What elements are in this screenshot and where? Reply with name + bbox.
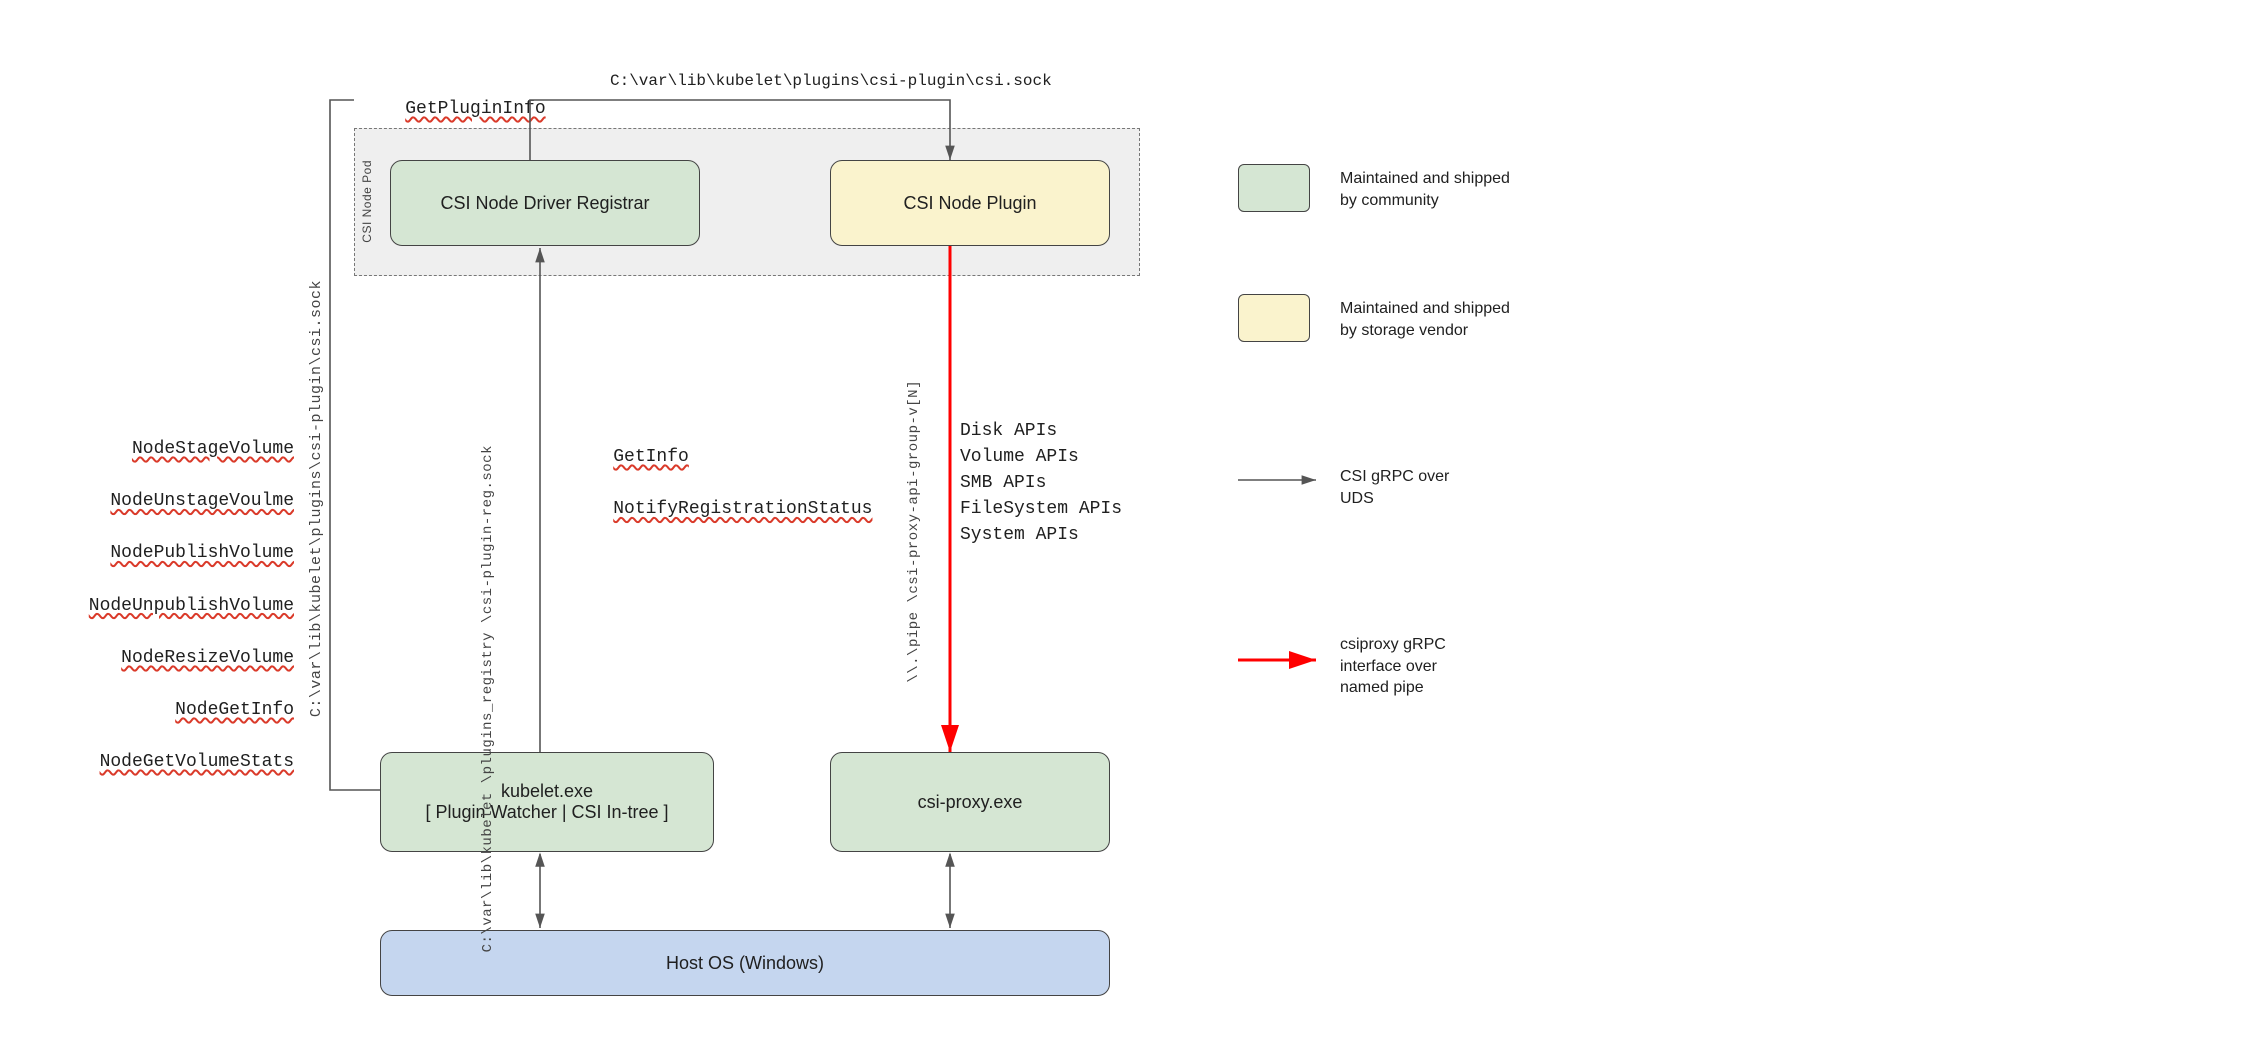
right-pipe: \\.\pipe \csi-proxy-api-group-v[N] xyxy=(906,380,923,683)
right-apis: Disk APIs Volume APIs SMB APIs FileSyste… xyxy=(960,418,1122,548)
top-getplugininfo: GetPluginInfo xyxy=(362,70,546,148)
csi-node-plugin-label: CSI Node Plugin xyxy=(903,193,1036,214)
mid-reg-sock: C:\var\lib\kubelet \plugins_registry \cs… xyxy=(480,445,497,952)
host-os-label: Host OS (Windows) xyxy=(666,953,824,974)
kubelet-line2: [ Plugin Watcher | CSI In-tree ] xyxy=(425,802,668,823)
legend-text-grpc-pipe: csiproxy gRPC interface over named pipe xyxy=(1340,634,1446,699)
csi-proxy-label: csi-proxy.exe xyxy=(918,792,1023,813)
mid-labels: GetInfo NotifyRegistrationStatus xyxy=(570,418,872,548)
top-sock-path: C:\var\lib\kubelet\plugins\csi-plugin\cs… xyxy=(610,70,1052,93)
node-calls: NodeStageVolume NodeUnstageVoulme NodePu… xyxy=(34,410,294,801)
csi-node-pod-label: CSI Node Pod xyxy=(360,160,374,243)
left-sock-path: C:\var\lib\kubelet\plugins\csi-plugin\cs… xyxy=(308,280,325,717)
csi-node-driver-registrar: CSI Node Driver Registrar xyxy=(390,160,700,246)
csi-node-driver-registrar-label: CSI Node Driver Registrar xyxy=(440,193,649,214)
csi-node-plugin: CSI Node Plugin xyxy=(830,160,1110,246)
legend-swatch-vendor xyxy=(1238,294,1310,342)
legend-text-community: Maintained and shipped by community xyxy=(1340,168,1510,211)
kubelet-line1: kubelet.exe xyxy=(501,781,593,802)
csi-proxy-box: csi-proxy.exe xyxy=(830,752,1110,852)
legend-swatch-community xyxy=(1238,164,1310,212)
legend-text-grpc-uds: CSI gRPC over UDS xyxy=(1340,466,1449,509)
legend-text-vendor: Maintained and shipped by storage vendor xyxy=(1340,298,1510,341)
kubelet-box: kubelet.exe [ Plugin Watcher | CSI In-tr… xyxy=(380,752,714,852)
